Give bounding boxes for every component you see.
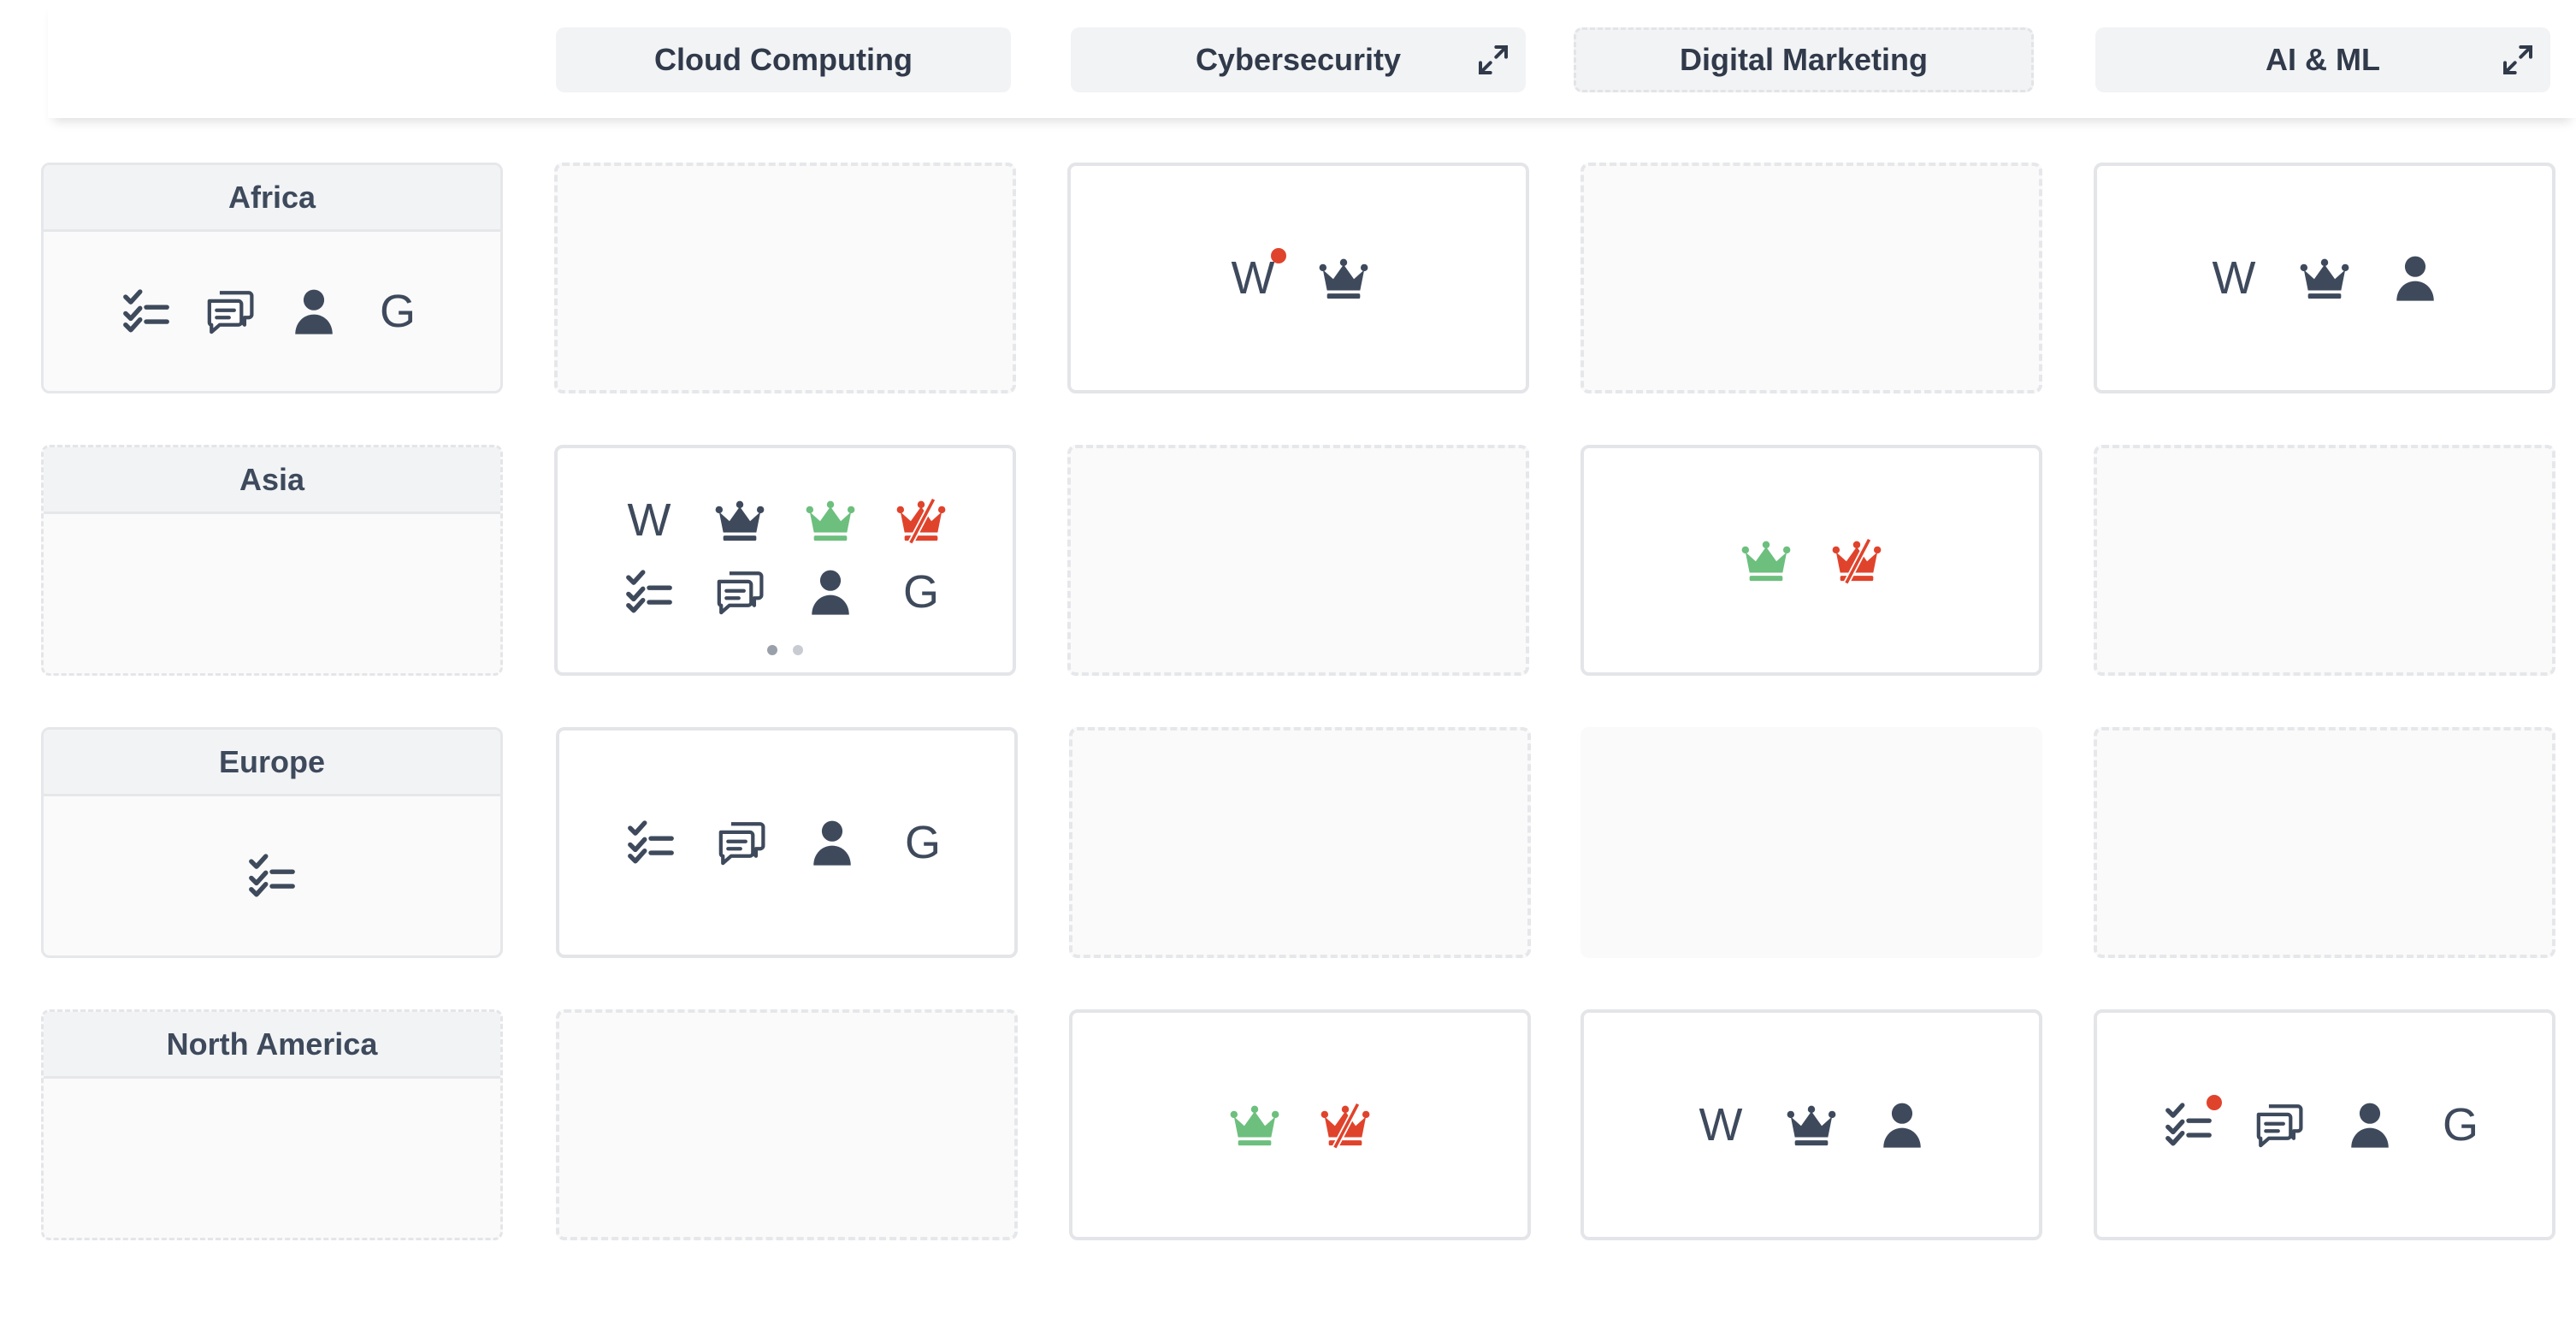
grid-cell-asia-digital[interactable] — [1580, 445, 2042, 676]
grid-cell-africa-digital[interactable] — [1580, 163, 2042, 393]
letter-w-icon[interactable]: W — [2209, 253, 2259, 303]
grid-cell-asia-cloud[interactable]: W G — [554, 445, 1016, 676]
row-header-north-america: North America — [44, 1012, 500, 1079]
checklist-icon[interactable] — [2164, 1095, 2222, 1150]
notification-dot — [2207, 1095, 2222, 1110]
crown-green-icon[interactable] — [806, 495, 855, 545]
grid-cell-europe-cyber[interactable] — [1069, 727, 1531, 958]
person-icon[interactable] — [1877, 1100, 1927, 1150]
grid-cell-na-cyber[interactable] — [1069, 1009, 1531, 1240]
person-icon[interactable] — [289, 287, 339, 336]
grid-cell-na-digital[interactable]: W — [1580, 1009, 2042, 1240]
grid-cell-europe-ai[interactable] — [2094, 727, 2555, 958]
notification-dot — [1271, 248, 1286, 263]
expand-icon[interactable] — [2501, 43, 2535, 77]
column-header-cloud-computing[interactable]: Cloud Computing — [556, 27, 1011, 92]
checklist-icon[interactable] — [624, 567, 674, 617]
row-header-asia: Asia — [44, 447, 500, 514]
row-card-asia[interactable]: Asia — [41, 445, 503, 676]
column-header-label: Cloud Computing — [654, 42, 913, 77]
grid-cell-europe-cloud[interactable]: G — [556, 727, 1018, 958]
row-header-africa: Africa — [44, 165, 500, 232]
column-header-digital-marketing[interactable]: Digital Marketing — [1574, 27, 2034, 92]
letter-g-icon[interactable]: G — [896, 567, 946, 617]
checklist-icon[interactable] — [121, 287, 171, 336]
checklist-icon[interactable] — [247, 851, 297, 901]
column-header-label: Digital Marketing — [1679, 42, 1929, 77]
person-icon[interactable] — [2345, 1100, 2395, 1150]
expand-icon[interactable] — [1476, 43, 1510, 77]
grid-cell-na-cloud[interactable] — [556, 1009, 1018, 1240]
grid-cell-africa-cyber[interactable]: W — [1067, 163, 1529, 393]
row-card-europe[interactable]: Europe — [41, 727, 503, 958]
crown-crossed-icon[interactable] — [1320, 1100, 1370, 1150]
grid-cell-africa-cloud[interactable] — [554, 163, 1016, 393]
column-header-label: Cybersecurity — [1195, 42, 1402, 77]
crown-crossed-icon[interactable] — [1832, 535, 1882, 585]
crown-icon[interactable] — [715, 495, 765, 545]
grid-cell-europe-digital[interactable] — [1580, 727, 2042, 958]
letter-g-icon[interactable]: G — [2436, 1100, 2485, 1150]
person-icon[interactable] — [806, 567, 855, 617]
chat-icon[interactable] — [717, 818, 766, 867]
grid-cell-na-ai[interactable]: G — [2094, 1009, 2555, 1240]
crown-icon[interactable] — [2300, 253, 2349, 303]
page-dot[interactable] — [767, 645, 777, 655]
crown-icon[interactable] — [1319, 253, 1368, 303]
row-header-europe: Europe — [44, 730, 500, 796]
grid-cell-asia-cyber[interactable] — [1067, 445, 1529, 676]
page-dot[interactable] — [793, 645, 803, 655]
crown-icon[interactable] — [1787, 1100, 1836, 1150]
column-header-label: AI & ML — [2266, 42, 2380, 77]
letter-g-icon[interactable]: G — [373, 287, 422, 336]
crown-green-icon[interactable] — [1741, 535, 1791, 585]
chat-icon[interactable] — [2254, 1100, 2304, 1150]
letter-w-icon[interactable]: W — [624, 495, 674, 545]
chat-icon[interactable] — [715, 567, 765, 617]
column-header-cybersecurity[interactable]: Cybersecurity — [1071, 27, 1526, 92]
checklist-icon[interactable] — [626, 818, 676, 867]
crown-crossed-icon[interactable] — [896, 495, 946, 545]
person-icon[interactable] — [807, 818, 857, 867]
person-icon[interactable] — [2390, 253, 2440, 303]
grid-cell-asia-ai[interactable] — [2094, 445, 2555, 676]
letter-w-icon[interactable]: W — [1696, 1100, 1746, 1150]
chat-icon[interactable] — [205, 287, 255, 336]
grid-cell-africa-ai[interactable]: W — [2094, 163, 2555, 393]
letter-g-icon[interactable]: G — [898, 818, 948, 867]
pagination-dots[interactable] — [558, 645, 1013, 655]
row-card-africa[interactable]: Africa G — [41, 163, 503, 393]
letter-w-icon[interactable]: W — [1228, 248, 1286, 303]
row-card-north-america[interactable]: North America — [41, 1009, 503, 1240]
column-header-ai-ml[interactable]: AI & ML — [2095, 27, 2550, 92]
crown-green-icon[interactable] — [1230, 1100, 1279, 1150]
